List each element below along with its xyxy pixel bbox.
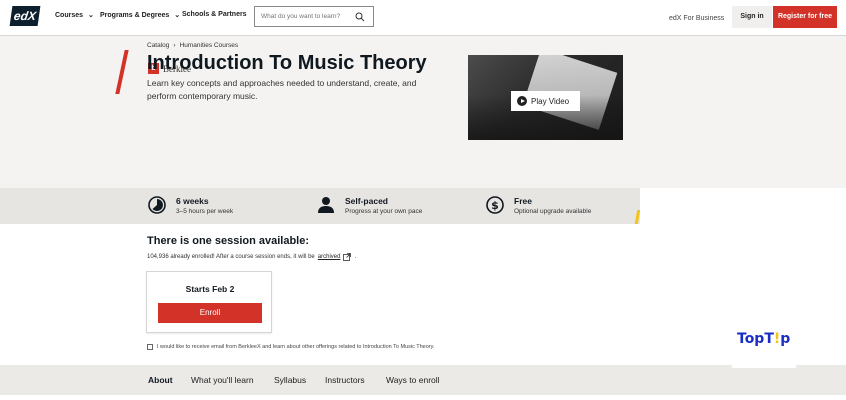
play-video-button[interactable]: Play Video	[511, 91, 580, 111]
nav-courses-label: Courses	[55, 11, 84, 19]
search-box[interactable]	[254, 6, 374, 27]
course-tabs: About What you'll learn Syllabus Instruc…	[0, 365, 846, 395]
clock-icon	[148, 196, 166, 214]
edx-logo[interactable]: edX	[9, 6, 41, 26]
stat-pace-title: Self-paced	[345, 196, 388, 206]
session-card: Starts Feb 2 Enroll	[146, 271, 272, 333]
sign-in-button[interactable]: Sign in	[732, 6, 772, 28]
enroll-button[interactable]: Enroll	[158, 303, 262, 323]
session-heading: There is one session available:	[147, 235, 310, 247]
search-icon[interactable]	[355, 12, 365, 22]
watermark-logo: TopT!p	[737, 331, 791, 347]
nav-programs[interactable]: Programs & Degrees ⌄	[100, 11, 181, 20]
page: edX Courses ⌄ Programs & Degrees ⌄ Schoo…	[0, 0, 846, 400]
breadcrumb: Catalog › Humanities Courses	[147, 42, 238, 49]
email-consent: I would like to receive email from Berkl…	[147, 344, 435, 350]
register-button[interactable]: Register for free	[773, 6, 837, 28]
period: .	[354, 254, 357, 260]
session-info-text: 104,936 already enrolled! After a course…	[147, 254, 315, 260]
person-icon	[318, 197, 334, 213]
stat-pace-sub: Progress at your own pace	[345, 208, 423, 215]
course-description: Learn key concepts and approaches needed…	[147, 78, 417, 101]
play-video-label: Play Video	[531, 96, 570, 106]
watermark-backdrop	[732, 350, 796, 368]
nav-schools[interactable]: Schools & Partners	[182, 11, 247, 18]
play-icon	[517, 96, 527, 106]
stat-duration: 6 weeks 3–5 hours per week	[148, 196, 233, 215]
chevron-down-icon: ⌄	[174, 12, 181, 19]
email-consent-label: I would like to receive email from Berkl…	[157, 344, 435, 350]
top-header: edX Courses ⌄ Programs & Degrees ⌄ Schoo…	[0, 0, 846, 36]
stat-price: $ Free Optional upgrade available	[486, 196, 591, 215]
breadcrumb-catalog[interactable]: Catalog	[147, 42, 169, 49]
course-stats: 6 weeks 3–5 hours per week Self-paced Pr…	[0, 188, 640, 224]
archived-link[interactable]: archived	[318, 254, 341, 260]
tab-about[interactable]: About	[148, 375, 173, 385]
stat-pace: Self-paced Progress at your own pace	[317, 196, 422, 215]
email-consent-checkbox[interactable]	[147, 344, 153, 350]
stat-price-title: Free	[514, 196, 532, 206]
tab-what-youll-learn[interactable]: What you'll learn	[191, 375, 254, 385]
external-link-icon	[343, 253, 352, 261]
stat-duration-title: 6 weeks	[176, 196, 209, 206]
stat-price-sub: Optional upgrade available	[514, 208, 592, 215]
chevron-right-icon: ›	[173, 42, 176, 49]
tab-syllabus[interactable]: Syllabus	[274, 375, 306, 385]
nav-schools-label: Schools & Partners	[182, 11, 247, 18]
business-link[interactable]: edX For Business	[669, 15, 724, 22]
session-start-date: Starts Feb 2	[185, 284, 235, 294]
stat-duration-sub: 3–5 hours per week	[176, 208, 234, 215]
session-info: 104,936 already enrolled! After a course…	[147, 253, 356, 261]
nav-courses[interactable]: Courses ⌄	[55, 11, 94, 20]
chevron-down-icon: ⌄	[88, 12, 94, 19]
svg-text:$: $	[491, 199, 499, 212]
search-input[interactable]	[261, 13, 357, 20]
page-title: Introduction To Music Theory	[147, 52, 427, 74]
breadcrumb-humanities[interactable]: Humanities Courses	[180, 42, 239, 49]
dollar-icon: $	[486, 196, 504, 214]
nav-programs-label: Programs & Degrees	[100, 11, 170, 19]
tab-ways-to-enroll[interactable]: Ways to enroll	[386, 375, 440, 385]
tab-instructors[interactable]: Instructors	[325, 375, 365, 385]
